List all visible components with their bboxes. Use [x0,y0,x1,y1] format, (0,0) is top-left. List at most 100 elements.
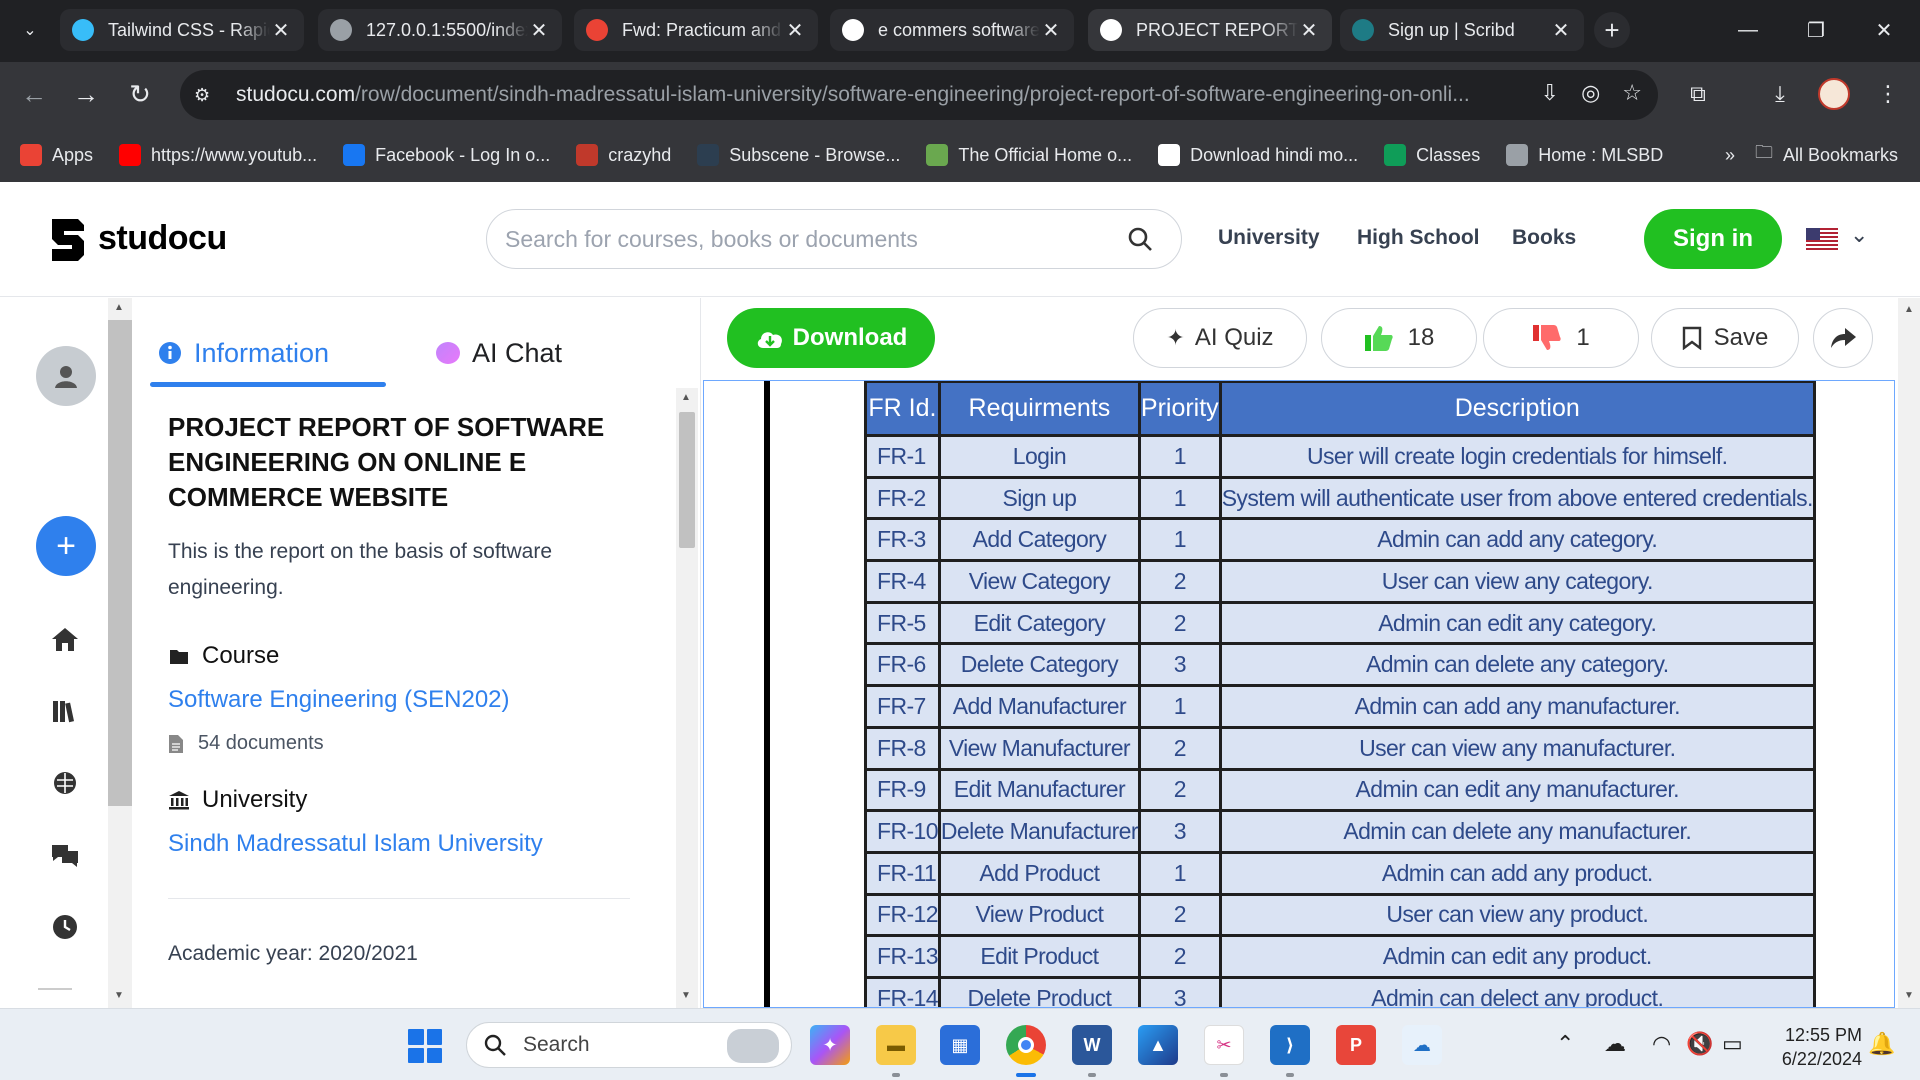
browser-tab[interactable]: Fwd: Practicum and ✕ [574,9,818,51]
bookmarks-more-button[interactable]: » [1725,145,1735,166]
bookmark-item[interactable]: Download hindi mo... [1158,144,1358,166]
notification-bell-icon[interactable]: 🔔 [1868,1031,1895,1057]
url-text[interactable]: studocu.com/row/document/sindh-madressat… [236,83,1536,107]
volume-mute-icon[interactable]: 🔇 [1686,1031,1713,1057]
file-explorer-icon[interactable]: ▬ [876,1025,916,1065]
bookmark-item[interactable]: The Official Home o... [926,144,1132,166]
close-tab-icon[interactable]: ✕ [1040,18,1062,43]
scrollbar-thumb[interactable] [679,412,695,548]
site-settings-icon[interactable]: ⚙ [194,85,224,106]
course-link[interactable]: Software Engineering (SEN202) [168,686,510,714]
microsoft-store-icon[interactable]: ▦ [940,1025,980,1065]
restore-icon[interactable]: ❐ [1796,10,1836,50]
history-clock-icon[interactable] [48,910,82,944]
extensions-icon[interactable]: ⧉ [1680,76,1716,112]
tab-ai-chat[interactable]: AI Chat [436,324,562,382]
add-button[interactable]: + [36,516,96,576]
ai-quiz-button[interactable]: ✦ AI Quiz [1133,308,1307,368]
page-scrollbar[interactable]: ▲ ▼ [1898,298,1920,1008]
scroll-up-arrow-icon[interactable]: ▲ [1904,304,1914,315]
nav-university[interactable]: University [1218,226,1320,250]
bookmark-item[interactable]: https://www.youtub... [119,144,317,166]
chevron-up-icon[interactable]: ⌃ [1556,1031,1574,1057]
cloud-info-icon[interactable]: ☁ [1604,1031,1626,1057]
bookmark-item[interactable]: Facebook - Log In o... [343,144,550,166]
install-app-icon[interactable]: ⇩ [1541,80,1559,106]
nav-high-school[interactable]: High School [1357,226,1480,250]
browser-tab[interactable]: 127.0.0.1:5500/index ✕ [318,9,562,51]
search-input[interactable] [505,225,1105,253]
library-icon[interactable] [48,694,82,728]
user-avatar-icon[interactable] [36,346,96,406]
windows-start-icon[interactable] [408,1029,442,1063]
bookmark-item[interactable]: Home : MLSBD [1506,144,1663,166]
new-tab-button[interactable]: + [1594,12,1630,48]
browser-tab[interactable]: PROJECT REPORT OF✕ [1088,9,1332,51]
dislike-button[interactable]: 1 [1483,308,1639,368]
tab-information[interactable]: Information [158,324,329,382]
bookmark-item[interactable]: Classes [1384,144,1480,166]
reload-icon[interactable]: ↻ [120,74,160,114]
minimize-icon[interactable]: — [1728,10,1768,50]
bookmark-item[interactable]: Apps [20,144,93,166]
address-bar[interactable]: ⚙ studocu.com/row/document/sindh-madress… [180,70,1658,120]
search-icon[interactable] [1127,226,1153,252]
close-tab-icon[interactable]: ✕ [1550,18,1572,43]
studocu-logo[interactable]: studocu [46,215,227,261]
chrome-icon[interactable] [1006,1025,1046,1065]
taskbar-search[interactable]: Search [466,1022,792,1068]
chevron-down-icon[interactable]: ⌄ [1850,222,1868,248]
sign-in-button[interactable]: Sign in [1644,209,1782,269]
browser-tab[interactable]: Sign up | Scribd ✕ [1340,9,1584,51]
bookmark-item[interactable]: Subscene - Browse... [697,144,900,166]
bookmark-star-icon[interactable]: ☆ [1622,80,1642,106]
chat-icon[interactable] [48,838,82,872]
vscode-icon[interactable]: ⟩ [1270,1025,1310,1065]
download-button[interactable]: Download [727,308,935,368]
scroll-up-arrow-icon[interactable]: ▲ [681,392,691,403]
snipping-tool-icon[interactable]: ✂ [1204,1025,1244,1065]
system-clock[interactable]: 12:55 PM 6/22/2024 [1748,1023,1862,1071]
rail-scrollbar[interactable]: ▲ ▼ [108,298,132,1008]
profile-avatar[interactable] [1818,78,1850,110]
menu-icon[interactable]: ⋮ [1870,76,1906,112]
save-button[interactable]: Save [1651,308,1799,368]
browser-tab[interactable]: e commers software ✕ [830,9,1074,51]
downloads-icon[interactable]: ⤓ [1762,76,1798,112]
all-bookmarks-folder[interactable]: 🗀 All Bookmarks [1755,140,1898,170]
university-link[interactable]: Sindh Madressatul Islam University [168,830,543,858]
us-flag-icon[interactable] [1806,228,1838,250]
scroll-down-arrow-icon[interactable]: ▼ [1904,990,1914,1001]
forward-icon[interactable]: → [66,74,106,114]
info-scrollbar[interactable]: ▲ ▼ [676,388,698,1008]
brain-icon[interactable] [48,766,82,800]
scroll-down-arrow-icon[interactable]: ▼ [114,990,124,1001]
battery-icon[interactable]: ▭ [1722,1031,1743,1057]
wifi-icon[interactable]: ◠ [1652,1031,1671,1057]
scrollbar-thumb[interactable] [108,320,132,806]
photos-icon[interactable]: ▲ [1138,1025,1178,1065]
copilot-icon[interactable]: ✦ [810,1025,850,1065]
like-button[interactable]: 18 [1321,308,1477,368]
document-page-frame[interactable]: FR Id. Requirments Priority Description FR-… [703,380,1895,1008]
close-window-icon[interactable]: ✕ [1864,10,1904,50]
word-icon[interactable]: W [1072,1025,1112,1065]
close-tab-icon[interactable]: ✕ [784,18,806,43]
browser-tab[interactable]: Tailwind CSS - Rapid ✕ [60,9,304,51]
cloud-app-icon[interactable]: ☁ [1402,1025,1442,1065]
search-box[interactable] [486,209,1182,269]
back-icon[interactable]: ← [14,74,54,114]
close-tab-icon[interactable]: ✕ [1298,18,1320,43]
share-button[interactable] [1813,308,1873,368]
table-cell: Admin can delect any product. [1218,975,1816,1007]
scroll-down-arrow-icon[interactable]: ▼ [681,990,691,1001]
close-tab-icon[interactable]: ✕ [270,18,292,43]
bookmark-item[interactable]: crazyhd [576,144,671,166]
scroll-up-arrow-icon[interactable]: ▲ [114,302,124,313]
nav-books[interactable]: Books [1512,226,1576,250]
close-tab-icon[interactable]: ✕ [528,18,550,43]
tab-search-icon[interactable]: ⌄ [12,12,48,48]
powerpoint-app-icon[interactable]: P [1336,1025,1376,1065]
eye-off-icon[interactable]: ◎ [1581,80,1600,106]
home-icon[interactable] [48,622,82,656]
